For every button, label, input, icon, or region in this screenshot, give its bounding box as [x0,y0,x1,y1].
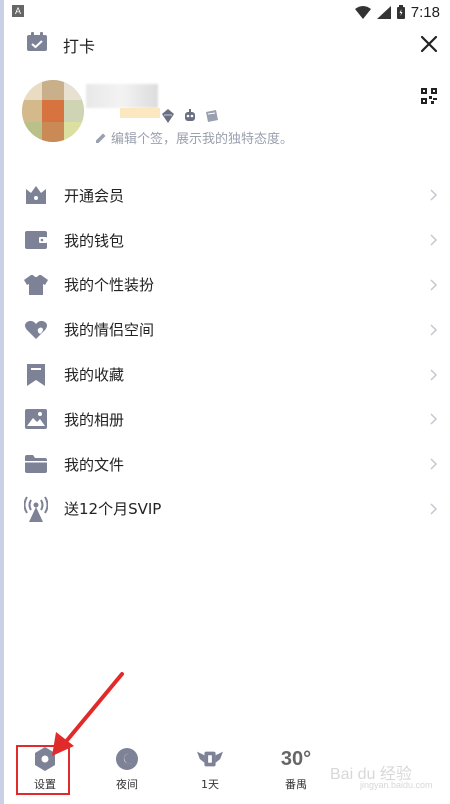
chevron-right-icon [430,369,438,381]
folder-icon [24,452,48,476]
days-label: 1天 [201,778,219,791]
nickname-blurred-accent [120,108,160,118]
night-label: 夜间 [116,778,138,791]
avatar[interactable] [22,80,84,142]
signal-icon [376,5,391,19]
badge-diamond-icon [162,109,174,123]
menu-item-label: 我的情侣空间 [64,321,155,340]
menu-item-label: 我的收藏 [64,366,125,385]
winged-badge-icon [197,746,223,772]
menu-item-wallet[interactable]: 我的钱包 [0,218,450,263]
image-icon [24,407,48,431]
menu-item-files[interactable]: 我的文件 [0,442,450,487]
heart-icon [24,318,48,342]
menu-item-album[interactable]: 我的相册 [0,397,450,442]
menu-item-label: 我的钱包 [64,231,125,250]
notification-badge: A [12,5,24,17]
crown-icon [24,183,48,207]
chevron-right-icon [430,324,438,336]
menu-item-vip[interactable]: 开通会员 [0,173,450,218]
battery-icon [396,5,405,19]
menu-item-label: 我的文件 [64,455,125,474]
wallet-icon [24,228,48,252]
edit-pencil-icon [96,133,106,143]
chevron-right-icon [430,189,438,201]
menu-item-label: 我的相册 [64,410,125,429]
badge-card-icon [206,110,218,122]
menu-item-label: 我的个性装扮 [64,276,155,295]
broadcast-icon [24,496,48,522]
qr-code-icon[interactable] [421,88,437,104]
nickname-blurred [86,84,158,108]
tshirt-icon [24,273,48,297]
red-arrow-icon [52,672,124,756]
drawer-header: 打卡 [0,24,450,64]
weather-button[interactable]: 30° 番禺 [266,740,326,800]
checkin-days-button[interactable]: 1天 [180,740,240,800]
menu-item-label: 开通会员 [64,186,125,205]
weather-city: 番禺 [285,778,307,791]
signature-text: 编辑个签，展示我的独特态度。 [111,132,294,147]
menu-item-couple-space[interactable]: 我的情侣空间 [0,307,450,352]
badges [160,108,220,124]
chevron-right-icon [430,234,438,246]
clock-text: 7:18 [410,3,440,21]
watermark-sub: jingyan.baidu.com [360,780,433,790]
wifi-icon [354,5,371,19]
profile-section: 编辑个签，展示我的独特态度。 [0,72,450,162]
menu-item-label: 送12个月SVIP [64,500,162,519]
badge-robot-icon [185,109,195,121]
chevron-right-icon [430,503,438,515]
close-icon[interactable] [415,30,443,58]
weather-temperature: 30° [280,748,312,770]
calendar-checkin-icon[interactable] [26,32,48,52]
chevron-right-icon [430,458,438,470]
checkin-label[interactable]: 打卡 [63,33,95,57]
menu-item-personalize[interactable]: 我的个性装扮 [0,263,450,308]
status-bar: A 7:18 [0,0,450,24]
menu-item-favorites[interactable]: 我的收藏 [0,352,450,397]
drawer-menu: 开通会员 我的钱包 我的个性装扮 我的情侣空间 我的收藏 我的相册 我的文件 送… [0,173,450,531]
chevron-right-icon [430,279,438,291]
signature[interactable]: 编辑个签，展示我的独特态度。 [95,128,293,147]
chevron-right-icon [430,413,438,425]
bookmark-icon [24,363,48,387]
menu-item-svip-gift[interactable]: 送12个月SVIP [0,487,450,532]
